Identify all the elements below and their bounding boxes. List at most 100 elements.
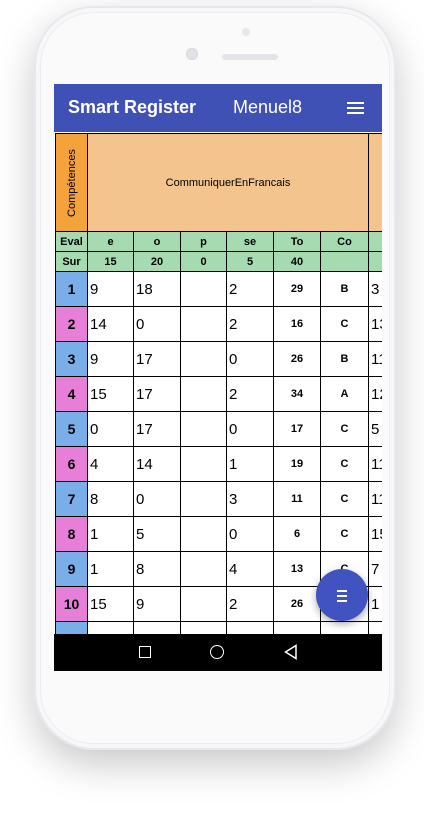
score-cell-p[interactable] (180, 516, 227, 552)
column-header[interactable]: o (133, 231, 181, 252)
score-cell-co[interactable]: C (320, 411, 369, 447)
score-cell-se[interactable]: 1 (226, 446, 274, 482)
score-cell-o[interactable]: 8 (133, 551, 181, 587)
score-cell-next[interactable]: 11 (368, 446, 382, 482)
score-cell-se[interactable]: 3 (226, 481, 274, 517)
score-cell-e[interactable]: 1 (87, 551, 134, 587)
score-cell-e[interactable]: 15 (87, 586, 134, 622)
score-cell-e[interactable]: 8 (87, 481, 134, 517)
row-number[interactable]: 10 (55, 586, 88, 622)
score-cell-e[interactable]: 4 (87, 446, 134, 482)
skill-header[interactable]: CommuniquerEnFrancais (87, 133, 369, 232)
score-cell-to[interactable]: 17 (273, 411, 321, 447)
score-cell-next[interactable]: 1 (368, 586, 382, 622)
score-cell-to[interactable]: 16 (273, 306, 321, 342)
score-cell-p[interactable] (180, 446, 227, 482)
score-cell-next[interactable]: 11 (368, 481, 382, 517)
score-cell-se[interactable]: 2 (226, 306, 274, 342)
row-number[interactable]: 7 (55, 481, 88, 517)
score-cell-se[interactable]: 0 (226, 411, 274, 447)
score-cell-se[interactable]: 2 (226, 271, 274, 307)
score-cell-to[interactable]: 34 (273, 376, 321, 412)
score-cell-to[interactable]: 11 (273, 481, 321, 517)
row-number[interactable]: 2 (55, 306, 88, 342)
score-cell-p[interactable] (180, 586, 227, 622)
score-cell-p[interactable] (180, 411, 227, 447)
score-cell-o[interactable]: 17 (133, 376, 181, 412)
score-cell-next[interactable]: 13 (368, 306, 382, 342)
score-cell-next[interactable]: 11 (368, 341, 382, 377)
score-cell-o[interactable]: 9 (133, 586, 181, 622)
next-skill-header[interactable] (368, 133, 382, 232)
score-cell-se[interactable]: 2 (226, 586, 274, 622)
score-cell-to[interactable]: 27 (273, 621, 321, 634)
column-header[interactable] (368, 231, 382, 252)
score-cell-p[interactable] (180, 376, 227, 412)
row-number[interactable]: 4 (55, 376, 88, 412)
row-number[interactable]: 8 (55, 516, 88, 552)
hamburger-menu-icon[interactable] (346, 99, 366, 117)
score-cell-p[interactable] (180, 621, 227, 634)
score-cell-next[interactable]: 12 (368, 376, 382, 412)
score-cell-o[interactable]: 5 (133, 516, 181, 552)
score-cell-o[interactable]: 18 (133, 271, 181, 307)
score-cell-e[interactable]: 9 (87, 271, 134, 307)
score-cell-next[interactable]: 5 (368, 411, 382, 447)
max-score-cell[interactable]: 5 (226, 251, 274, 272)
score-cell-to[interactable]: 26 (273, 341, 321, 377)
back-triangle-icon[interactable] (283, 644, 299, 660)
row-number[interactable]: 11 (55, 621, 88, 634)
score-cell-e[interactable]: 15 (87, 376, 134, 412)
column-header[interactable]: p (180, 231, 227, 252)
max-score-cell[interactable]: 0 (180, 251, 227, 272)
score-cell-co[interactable]: C (320, 481, 369, 517)
score-cell-e[interactable]: 0 (87, 411, 134, 447)
home-circle-icon[interactable] (210, 645, 224, 659)
score-cell-e[interactable]: 1 (87, 516, 134, 552)
score-cell-to[interactable]: 26 (273, 586, 321, 622)
score-cell-e[interactable]: 9 (87, 341, 134, 377)
score-cell-e[interactable]: 9 (87, 621, 134, 634)
max-score-cell[interactable]: 40 (273, 251, 321, 272)
score-cell-se[interactable]: 0 (226, 341, 274, 377)
score-cell-se[interactable]: 4 (226, 551, 274, 587)
column-header[interactable]: se (226, 231, 274, 252)
column-header[interactable]: To (273, 231, 321, 252)
score-cell-co[interactable]: B (320, 621, 369, 634)
score-cell-p[interactable] (180, 481, 227, 517)
score-cell-to[interactable]: 29 (273, 271, 321, 307)
max-score-cell[interactable]: 15 (87, 251, 134, 272)
score-cell-next[interactable]: 3 (368, 271, 382, 307)
score-cell-next[interactable]: 15 (368, 516, 382, 552)
score-cell-se[interactable]: 2 (226, 621, 274, 634)
max-score-cell[interactable]: 20 (133, 251, 181, 272)
score-cell-o[interactable]: 17 (133, 411, 181, 447)
row-number[interactable]: 1 (55, 271, 88, 307)
row-number[interactable]: 6 (55, 446, 88, 482)
score-cell-to[interactable]: 6 (273, 516, 321, 552)
score-cell-next[interactable]: 1 (368, 621, 382, 634)
score-cell-next[interactable]: 7 (368, 551, 382, 587)
score-cell-se[interactable]: 2 (226, 376, 274, 412)
score-cell-p[interactable] (180, 271, 227, 307)
score-cell-p[interactable] (180, 306, 227, 342)
score-cell-to[interactable]: 19 (273, 446, 321, 482)
score-cell-co[interactable]: C (320, 446, 369, 482)
row-number[interactable]: 3 (55, 341, 88, 377)
score-cell-o[interactable]: 0 (133, 481, 181, 517)
score-cell-p[interactable] (180, 341, 227, 377)
max-score-cell[interactable] (320, 251, 369, 272)
score-cell-co[interactable]: A (320, 376, 369, 412)
column-header[interactable]: Co (320, 231, 369, 252)
score-cell-o[interactable]: 16 (133, 621, 181, 634)
score-cell-co[interactable]: B (320, 341, 369, 377)
column-header[interactable]: e (87, 231, 134, 252)
score-cell-se[interactable]: 0 (226, 516, 274, 552)
score-cell-e[interactable]: 14 (87, 306, 134, 342)
score-cell-p[interactable] (180, 551, 227, 587)
row-number[interactable]: 9 (55, 551, 88, 587)
max-score-cell[interactable] (368, 251, 382, 272)
score-cell-co[interactable]: C (320, 306, 369, 342)
score-cell-o[interactable]: 0 (133, 306, 181, 342)
fab-list-button[interactable] (316, 569, 368, 621)
